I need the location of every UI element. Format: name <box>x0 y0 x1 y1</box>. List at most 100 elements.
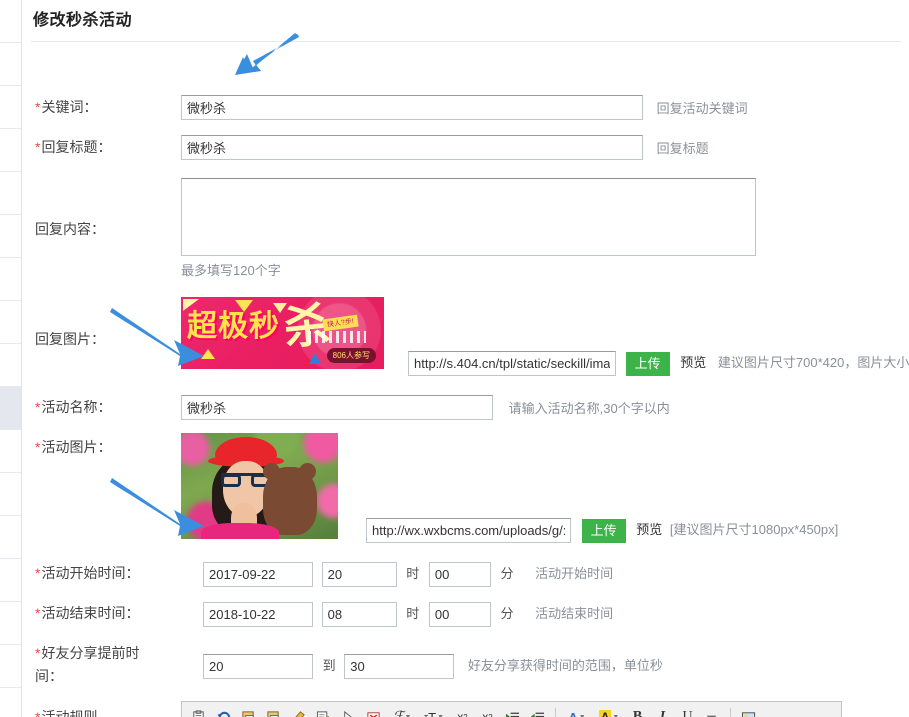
activity-image-url-input[interactable] <box>366 518 571 543</box>
annotation-arrow-keyword <box>213 30 303 85</box>
reply-content-hint: 最多填写120个字 <box>181 261 756 281</box>
activity-name-control: 请输入活动名称,30个字以内 <box>181 395 670 421</box>
sidebar-row[interactable] <box>0 129 21 172</box>
sidebar-row[interactable] <box>0 0 21 43</box>
activity-image-upload-button[interactable]: 上传 <box>582 519 626 543</box>
label-activity-name: *活动名称： <box>35 398 175 417</box>
label-keyword: *关键词： <box>35 98 175 117</box>
activity-image-thumb-wrap <box>181 433 338 539</box>
text-color-icon[interactable]: A▼ <box>562 706 592 717</box>
sidebar-row[interactable] <box>0 473 21 516</box>
page-title: 修改秒杀活动 <box>23 0 909 30</box>
start-minute-input[interactable] <box>429 562 491 587</box>
end-date-input[interactable] <box>203 602 313 627</box>
paste-text-icon[interactable]: T <box>237 706 260 717</box>
reply-image-upload-button[interactable]: 上传 <box>626 352 670 376</box>
seckill-form: *关键词： 回复活动关键词 *回复标题： 回复标题 回复内容： <box>23 42 909 52</box>
end-hour-input[interactable] <box>322 602 397 627</box>
select-icon[interactable] <box>337 706 360 717</box>
page-root: 修改秒杀活动 *关键词： 回复活动关键词 *回复标题： 回复标题 <box>0 0 909 717</box>
reply-content-box: 最多填写120个字 <box>181 178 756 281</box>
label-share-time: *好友分享提前时间： <box>35 642 165 688</box>
share-time-hint: 好友分享获得时间的范围，单位秒 <box>468 658 663 673</box>
reply-image-preview-link[interactable]: 预览 <box>680 355 706 370</box>
start-hour-input[interactable] <box>322 562 397 587</box>
keyword-hint: 回复活动关键词 <box>657 101 748 116</box>
label-activity-rule: *活动规则 <box>35 708 175 717</box>
font-size-icon[interactable]: тT▼ <box>419 706 449 717</box>
sidebar-row[interactable] <box>0 645 21 688</box>
banner-participants-pill: 806人参写 <box>327 348 376 363</box>
remove-format-icon[interactable] <box>362 706 385 717</box>
reply-image-url-input[interactable] <box>408 351 616 376</box>
reply-title-input[interactable] <box>181 135 643 160</box>
chevron-down-icon: ▼ <box>579 714 586 717</box>
required-star: * <box>35 99 40 115</box>
edit-source-icon[interactable] <box>312 706 335 717</box>
required-star: * <box>35 565 40 581</box>
editor-toolbar: T W <box>182 702 841 717</box>
toolbar-separator <box>730 708 731 717</box>
sidebar-row[interactable] <box>0 86 21 129</box>
font-family-icon[interactable]: ℱ▼ <box>387 706 417 717</box>
required-star: * <box>35 439 40 455</box>
superscript-icon[interactable]: x2 <box>476 706 499 717</box>
sidebar-row[interactable] <box>0 215 21 258</box>
share-time-from-input[interactable] <box>203 654 313 679</box>
end-minute-unit: 分 <box>501 606 514 621</box>
sidebar-row-active[interactable] <box>0 387 21 430</box>
keyword-input[interactable] <box>181 95 643 120</box>
chevron-down-icon: ▼ <box>405 714 412 717</box>
sidebar-row[interactable] <box>0 688 21 717</box>
reply-image-url-row: 上传 预览 建议图片尺寸700*420，图片大小不超过3 <box>408 350 909 376</box>
photo-shirt <box>201 523 279 539</box>
activity-name-input[interactable] <box>181 395 493 420</box>
subscript-icon[interactable]: x2 <box>451 706 474 717</box>
label-activity-image: *活动图片： <box>35 438 175 457</box>
rich-text-editor: T W <box>181 701 842 717</box>
banner-main-text: 超极秒 <box>187 310 280 344</box>
banner-triangle-icon <box>309 353 321 364</box>
activity-image-thumbnail[interactable] <box>181 433 338 539</box>
sidebar-row[interactable] <box>0 301 21 344</box>
label-reply-image: 回复图片： <box>35 330 175 349</box>
start-time-control: 时 分 活动开始时间 <box>203 561 613 587</box>
share-time-to-input[interactable] <box>344 654 454 679</box>
highlight-color-icon[interactable]: A▼ <box>594 706 624 717</box>
sidebar-row[interactable] <box>0 258 21 301</box>
sidebar-row[interactable] <box>0 516 21 559</box>
italic-icon[interactable]: I <box>651 706 674 717</box>
clear-format-icon[interactable] <box>287 706 310 717</box>
keyword-control: 回复活动关键词 <box>181 95 748 121</box>
undo-icon[interactable] <box>212 706 235 717</box>
insert-link-icon[interactable] <box>701 706 724 717</box>
start-time-hint: 活动开始时间 <box>535 566 613 581</box>
sidebar-row[interactable] <box>0 43 21 86</box>
insert-image-icon[interactable] <box>737 706 760 717</box>
chevron-down-icon: ▼ <box>612 714 619 717</box>
activity-image-preview-link[interactable]: 预览 <box>636 522 662 537</box>
end-minute-input[interactable] <box>429 602 491 627</box>
paste-word-icon[interactable]: W <box>262 706 285 717</box>
toolbar-separator <box>555 708 556 717</box>
sidebar-row[interactable] <box>0 344 21 387</box>
label-reply-content: 回复内容： <box>35 220 175 239</box>
bold-icon[interactable]: B <box>626 706 649 717</box>
required-star: * <box>35 399 40 415</box>
sidebar-row[interactable] <box>0 559 21 602</box>
end-hour-unit: 时 <box>406 606 419 621</box>
sidebar-row[interactable] <box>0 172 21 215</box>
underline-icon[interactable]: U <box>676 706 699 717</box>
sidebar-row[interactable] <box>0 430 21 473</box>
paste-icon[interactable] <box>187 706 210 717</box>
required-star: * <box>35 139 40 155</box>
reply-content-textarea[interactable] <box>181 178 756 256</box>
start-date-input[interactable] <box>203 562 313 587</box>
required-star: * <box>35 645 40 661</box>
chevron-down-icon: ▼ <box>437 714 444 717</box>
sidebar-row[interactable] <box>0 602 21 645</box>
banner-triangle-icon <box>201 349 215 359</box>
reply-image-thumbnail[interactable]: 超极秒 杀 快人?步! 806人参写 <box>181 297 384 369</box>
indent-decrease-icon[interactable] <box>526 706 549 717</box>
indent-increase-icon[interactable] <box>501 706 524 717</box>
